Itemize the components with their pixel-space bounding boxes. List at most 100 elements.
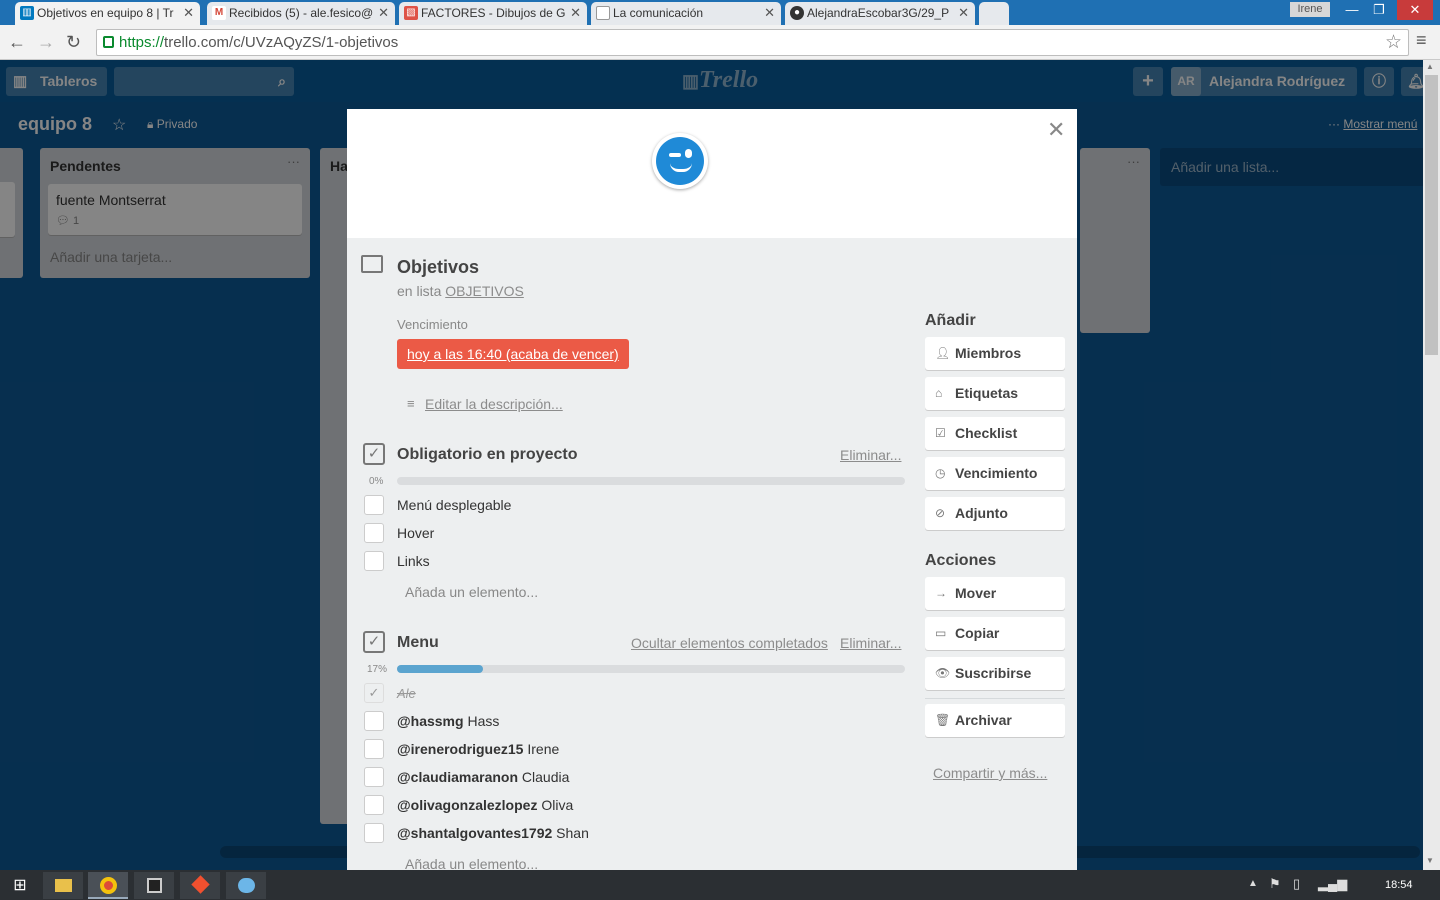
checklist-item-checkbox[interactable] <box>364 739 384 759</box>
profile-badge[interactable]: Irene <box>1290 2 1330 17</box>
lock-icon <box>103 36 114 48</box>
checklist-item-checkbox[interactable] <box>364 795 384 815</box>
move-button[interactable]: → Mover <box>925 577 1065 610</box>
address-toolbar: ← → ↻ https://trello.com/c/UVzAQyZS/1-ob… <box>0 25 1440 60</box>
reload-icon[interactable]: ↻ <box>66 31 81 53</box>
browser-tab-drawings[interactable]: ▧ FACTORES - Dibujos de G ✕ <box>399 2 587 25</box>
checklist-item-text[interactable]: Menú desplegable <box>397 497 511 513</box>
close-tab-icon[interactable]: ✕ <box>183 2 194 24</box>
checklist-icon: ✓ <box>363 631 385 653</box>
actions-section-title: Acciones <box>925 552 997 569</box>
checklist-item-checkbox[interactable] <box>364 551 384 571</box>
add-checklist-item-link[interactable]: Añada un elemento... <box>405 584 538 600</box>
chrome-app-icon[interactable] <box>88 872 128 899</box>
scrollbar-thumb[interactable] <box>1425 75 1438 355</box>
delete-checklist-link[interactable]: Eliminar... <box>840 447 901 463</box>
forward-icon[interactable]: → <box>37 31 55 53</box>
chrome-menu-icon[interactable]: ≡ <box>1416 30 1427 51</box>
member-mention[interactable]: @shantalgovantes1792 <box>397 825 552 841</box>
checklist-progress-percent: 17% <box>367 664 388 675</box>
checklist-item-checkbox[interactable] <box>364 495 384 515</box>
browser-tab-trello[interactable]: ▥ Objetivos en equipo 8 | Tr ✕ <box>15 2 200 25</box>
page-vertical-scrollbar[interactable]: ▲ ▼ <box>1423 60 1440 870</box>
checklist-item-text[interactable]: Hover <box>397 525 434 541</box>
checklist-title[interactable]: Obligatorio en proyecto <box>397 446 577 464</box>
scroll-down-icon[interactable]: ▼ <box>1426 856 1434 865</box>
checklist-item-text[interactable]: Ale <box>397 686 416 701</box>
member-mention[interactable]: @hassmg <box>397 713 464 729</box>
card-detail-modal: ✕ Objetivos en lista OBJETIVOS Vencimien… <box>347 109 1077 870</box>
checklist-item-checkbox[interactable] <box>364 711 384 731</box>
show-hidden-icons[interactable]: ▲ <box>1248 878 1258 889</box>
close-tab-icon[interactable]: ✕ <box>570 2 581 24</box>
subscribe-button[interactable]: 👁︎ Suscribirse <box>925 657 1065 690</box>
delete-checklist-link[interactable]: Eliminar... <box>840 635 901 651</box>
add-checklist-item-link[interactable]: Añada un elemento... <box>405 856 538 870</box>
member-mention[interactable]: @olivagonzalezlopez <box>397 797 537 813</box>
browser-tab-gmail[interactable]: M Recibidos (5) - ale.fesico@ ✕ <box>207 2 395 25</box>
close-tab-icon[interactable]: ✕ <box>378 2 389 24</box>
checklist-item-checkbox[interactable] <box>364 823 384 843</box>
close-modal-icon[interactable]: ✕ <box>1047 117 1065 143</box>
due-date-badge[interactable]: hoy a las 16:40 (acaba de vencer) <box>397 339 629 369</box>
close-tab-icon[interactable]: ✕ <box>958 2 969 24</box>
checklist-item-text[interactable]: @claudiamaranon Claudia <box>397 769 569 785</box>
restore-icon[interactable]: ❐ <box>1364 0 1394 20</box>
checklist-item-checkbox-checked[interactable]: ✓ <box>364 683 384 703</box>
volume-icon[interactable]: 🔈︎ <box>1342 875 1350 892</box>
git-app-icon[interactable] <box>180 872 220 899</box>
add-section-title: Añadir <box>925 312 976 329</box>
copy-button[interactable]: ▭ Copiar <box>925 617 1065 650</box>
checklist-item-text[interactable]: @hassmg Hass <box>397 713 499 729</box>
due-date-button[interactable]: ◷ Vencimiento <box>925 457 1065 490</box>
bookmark-star-icon[interactable]: ☆ <box>1385 31 1402 54</box>
checklist-title[interactable]: Menu <box>397 634 439 652</box>
drawings-icon: ▧ <box>404 6 418 20</box>
browser-tab-github[interactable]: ● AlejandraEscobar3G/29_P ✕ <box>785 2 975 25</box>
gmail-icon: M <box>212 6 226 20</box>
card-list-link[interactable]: OBJETIVOS <box>445 283 524 299</box>
card-icon: ▭ <box>935 626 947 640</box>
window-close-icon[interactable]: ✕ <box>1397 0 1433 20</box>
card-list-info: en lista OBJETIVOS <box>397 283 524 299</box>
browser-tab-document[interactable]: La comunicación ✕ <box>591 2 781 25</box>
checklist-item-text[interactable]: @shantalgovantes1792 Shan <box>397 825 589 841</box>
battery-icon[interactable]: ▯ <box>1293 876 1300 892</box>
checklist-item-checkbox[interactable] <box>364 767 384 787</box>
attachment-button[interactable]: ⊘ Adjunto <box>925 497 1065 530</box>
hide-completed-link[interactable]: Ocultar elementos completados <box>631 635 828 651</box>
scroll-up-icon[interactable]: ▲ <box>1426 62 1434 71</box>
minimize-icon[interactable]: — <box>1337 0 1367 20</box>
close-tab-icon[interactable]: ✕ <box>764 2 775 24</box>
back-icon[interactable]: ← <box>8 31 26 53</box>
paint-app-icon[interactable] <box>226 872 266 899</box>
windows-start-icon[interactable]: ⊞ <box>0 872 40 899</box>
member-mention[interactable]: @irenerodriguez15 <box>397 741 523 757</box>
card-title-icon <box>361 255 383 273</box>
card-cover: ✕ <box>347 109 1077 238</box>
github-icon: ● <box>790 6 804 20</box>
system-clock[interactable]: 18:54 <box>1385 879 1413 891</box>
card-title[interactable]: Objetivos <box>397 257 479 278</box>
archive-icon: 🗑︎ <box>935 713 951 727</box>
browser-tab-strip: ▥ Objetivos en equipo 8 | Tr ✕ M Recibid… <box>0 0 1440 25</box>
checklist-item-text[interactable]: @irenerodriguez15 Irene <box>397 741 559 757</box>
checklist-button[interactable]: ☑ Checklist <box>925 417 1065 450</box>
archive-button[interactable]: 🗑︎ Archivar <box>925 704 1065 737</box>
label-icon: ⌂ <box>935 386 943 400</box>
paperclip-icon: ⊘ <box>935 506 946 520</box>
members-button[interactable]: 👤︎ Miembros <box>925 337 1065 370</box>
checklist-item-checkbox[interactable] <box>364 523 384 543</box>
checklist-item-text[interactable]: @olivagonzalezlopez Oliva <box>397 797 573 813</box>
file-explorer-icon[interactable] <box>43 872 83 899</box>
checklist-progress-bar <box>397 665 905 673</box>
action-center-flag-icon[interactable]: ⚑ <box>1269 876 1281 892</box>
edit-description-link[interactable]: Editar la descripción... <box>425 396 563 412</box>
member-mention[interactable]: @claudiamaranon <box>397 769 518 785</box>
url-input[interactable]: https://trello.com/c/UVzAQyZS/1-objetivo… <box>96 29 1409 56</box>
labels-button[interactable]: ⌂ Etiquetas <box>925 377 1065 410</box>
checklist-item-text[interactable]: Links <box>397 553 430 569</box>
share-more-link[interactable]: Compartir y más... <box>933 765 1047 781</box>
new-tab-button[interactable] <box>979 2 1009 25</box>
terminal-app-icon[interactable] <box>134 872 174 899</box>
